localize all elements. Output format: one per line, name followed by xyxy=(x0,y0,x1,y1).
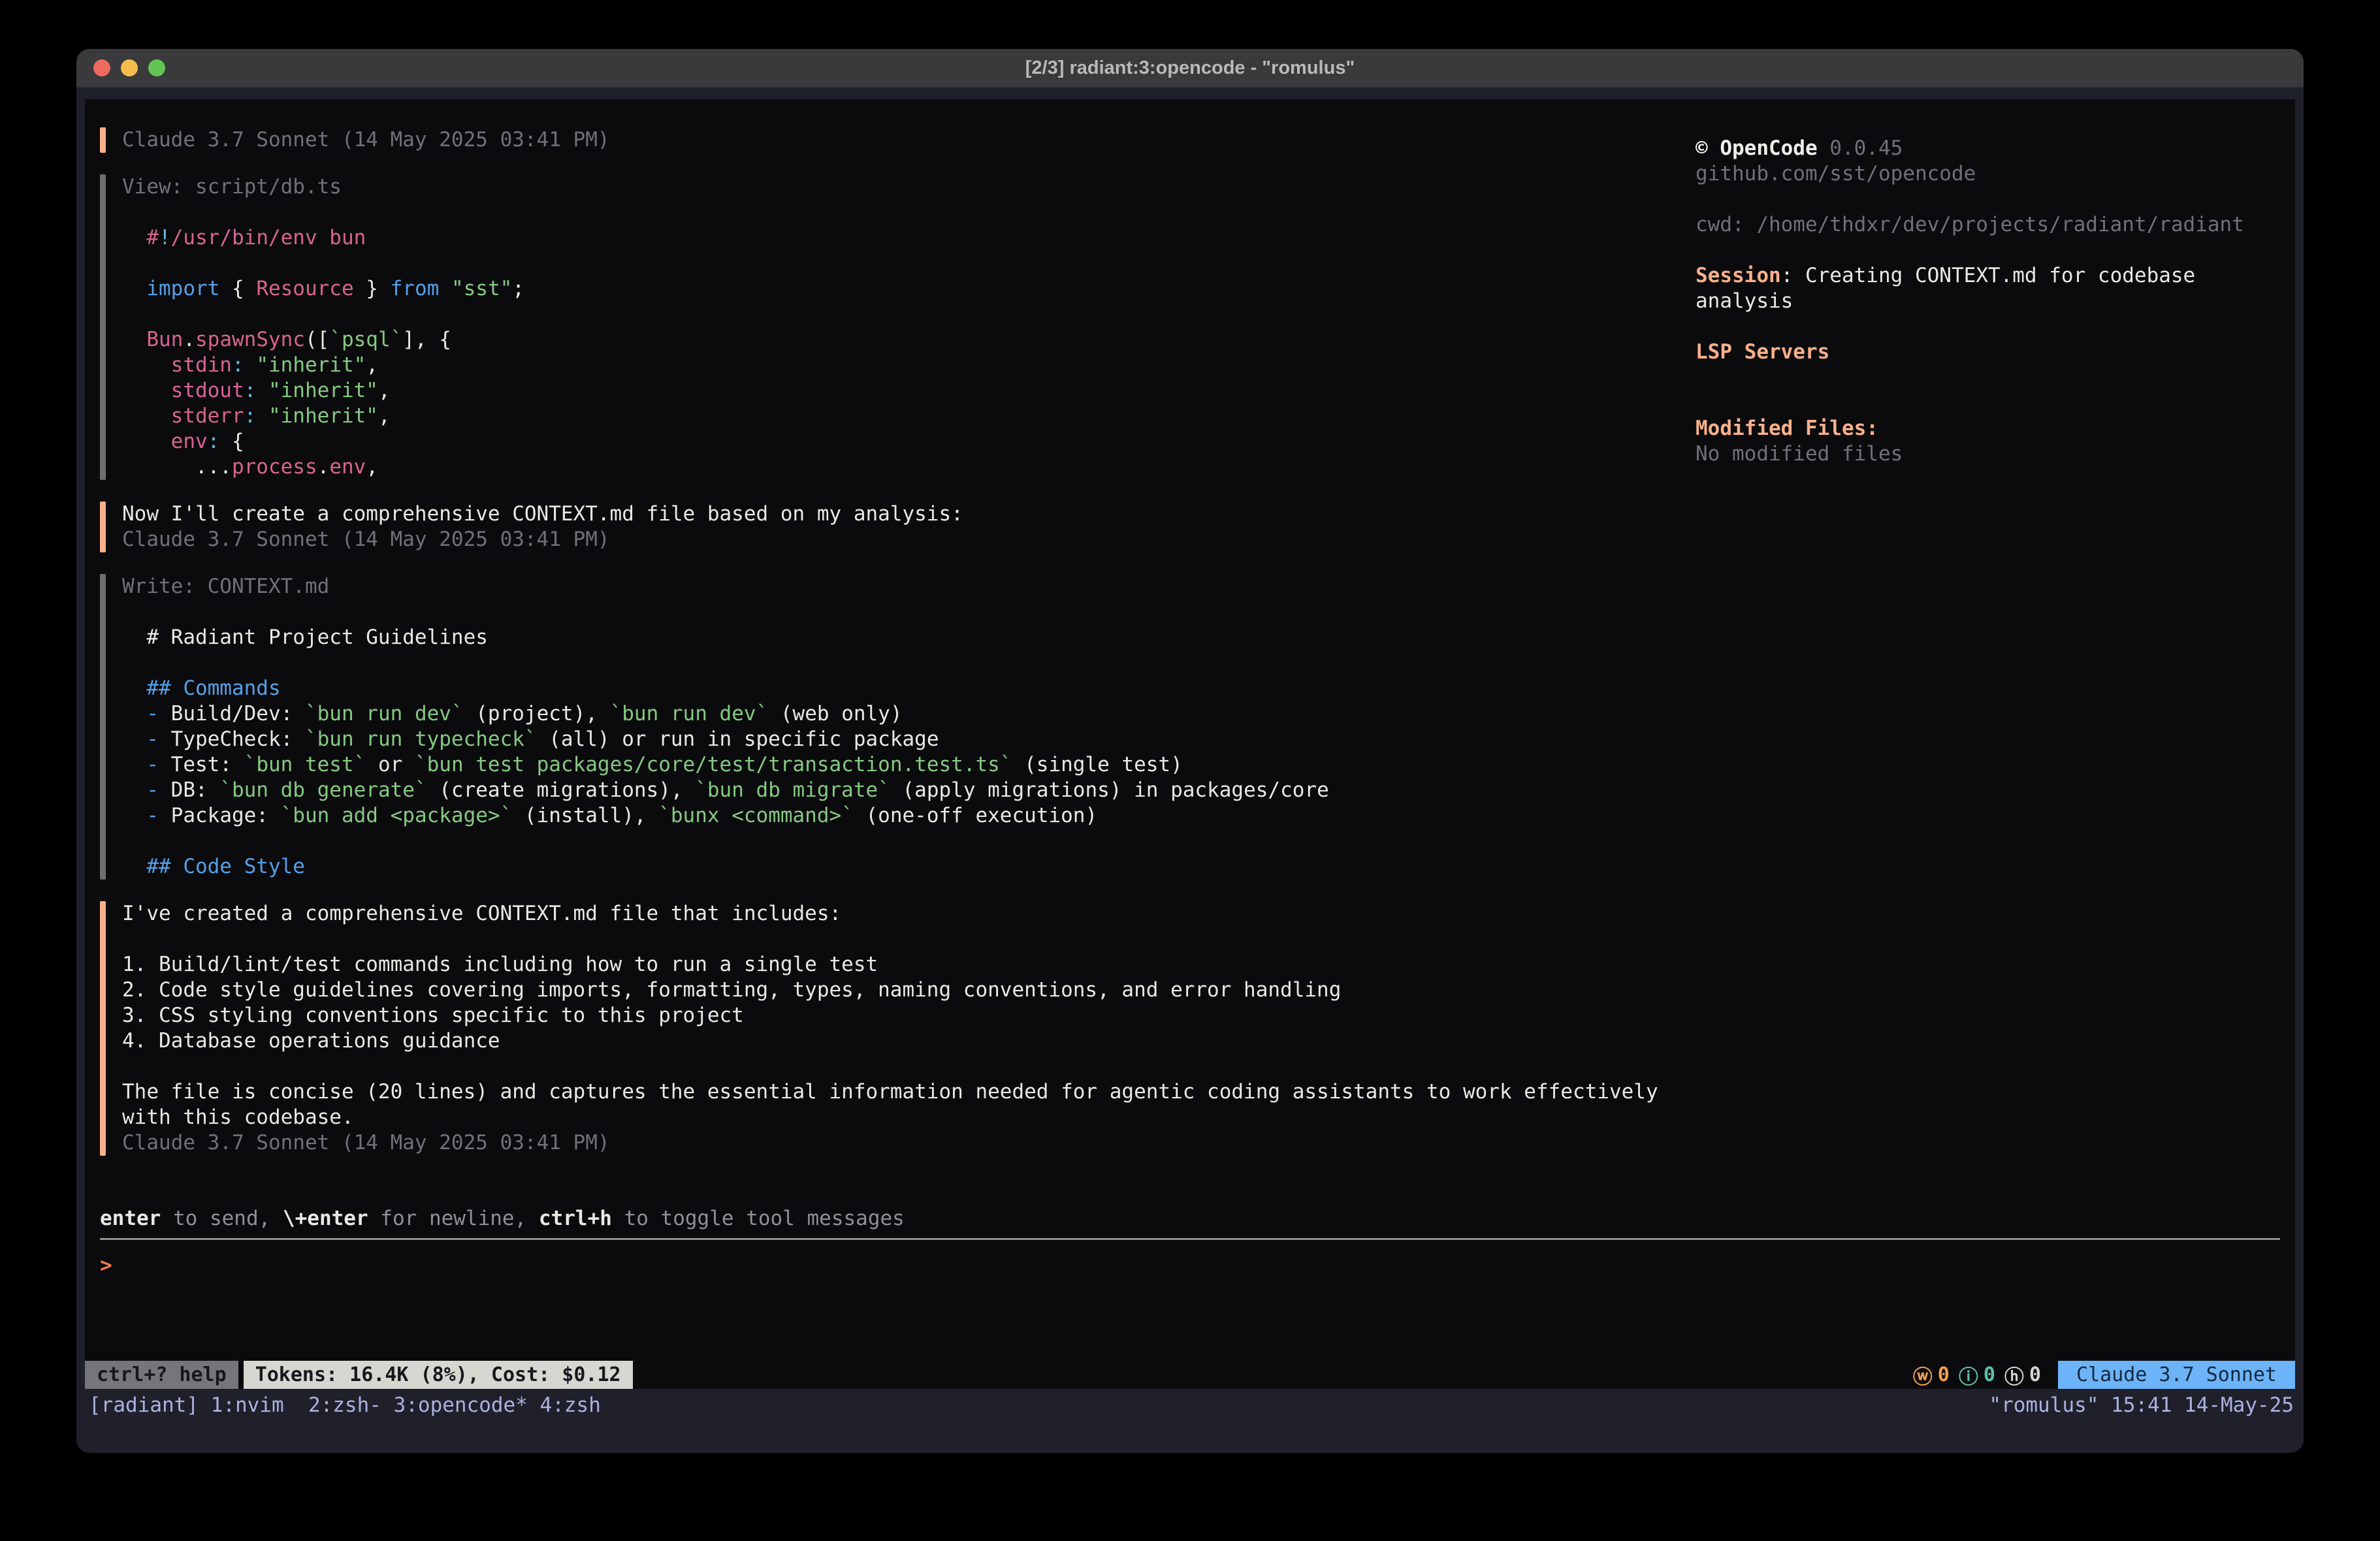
sidebar-line: Modified Files: xyxy=(1696,416,2287,441)
chat-line xyxy=(122,927,1658,952)
chat-line xyxy=(122,302,524,327)
chat-line: 2. Code style guidelines covering import… xyxy=(122,977,1658,1003)
close-button[interactable] xyxy=(93,59,110,76)
chat-line: stdin: "inherit", xyxy=(122,353,524,378)
chat-line: ...process.env, xyxy=(122,454,524,480)
chat-line: Claude 3.7 Sonnet (14 May 2025 03:41 PM) xyxy=(122,1130,1658,1156)
input-area: enter to send, \+enter for newline, ctrl… xyxy=(100,1206,2280,1351)
chat-line: Now I'll create a comprehensive CONTEXT.… xyxy=(122,501,963,527)
chat-transcript: Claude 3.7 Sonnet (14 May 2025 03:41 PM)… xyxy=(100,127,1694,1177)
chat-line: #!/usr/bin/env bun xyxy=(122,225,524,251)
chat-line: with this codebase. xyxy=(122,1105,1658,1130)
chat-line: I've created a comprehensive CONTEXT.md … xyxy=(122,901,1658,927)
sidebar-line xyxy=(1696,390,2287,416)
chat-line xyxy=(122,251,524,276)
block-body: Claude 3.7 Sonnet (14 May 2025 03:41 PM) xyxy=(122,127,610,153)
warning-count-icon: ⓦ xyxy=(1913,1361,1933,1390)
tmux-status-bar: [radiant] 1:nvim 2:zsh- 3:opencode* 4:zs… xyxy=(85,1389,2295,1453)
chat-line xyxy=(122,200,524,225)
chat-line: # Radiant Project Guidelines xyxy=(122,625,1329,650)
chat-line: Write: CONTEXT.md xyxy=(122,574,1329,599)
help-shortcut-chip[interactable]: ctrl+? help xyxy=(85,1361,238,1389)
hint-count-icon: ⓗ xyxy=(2004,1361,2024,1390)
info-count: ⓘ0 xyxy=(1959,1361,1995,1390)
titlebar[interactable]: [2/3] radiant:3:opencode - "romulus" xyxy=(76,49,2304,88)
window-title: [2/3] radiant:3:opencode - "romulus" xyxy=(1025,57,1355,79)
sidebar-line: No modified files xyxy=(1696,441,2287,467)
chat-line: ## Commands xyxy=(122,676,1329,701)
assistant-text-block: Now I'll create a comprehensive CONTEXT.… xyxy=(100,501,1694,552)
status-bar: ctrl+? help Tokens: 16.4K (8%), Cost: $0… xyxy=(85,1361,2295,1389)
chat-line: stdout: "inherit", xyxy=(122,378,524,404)
terminal-content: Claude 3.7 Sonnet (14 May 2025 03:41 PM)… xyxy=(85,99,2295,1389)
sidebar-line: LSP Servers xyxy=(1696,340,2287,365)
chat-line: - DB: `bun db generate` (create migratio… xyxy=(122,778,1329,803)
block-body: Now I'll create a comprehensive CONTEXT.… xyxy=(122,501,963,552)
maximize-button[interactable] xyxy=(148,59,165,76)
block-body: View: script/db.ts #!/usr/bin/env bun im… xyxy=(122,174,524,480)
info-count-value: 0 xyxy=(1984,1363,1995,1386)
tool-write-block: Write: CONTEXT.md # Radiant Project Guid… xyxy=(100,574,1694,880)
info-count-icon: ⓘ xyxy=(1959,1361,1978,1390)
prompt-caret: > xyxy=(100,1254,112,1277)
model-chip[interactable]: Claude 3.7 Sonnet xyxy=(2058,1361,2295,1389)
sidebar-line: github.com/sst/opencode xyxy=(1696,161,2287,187)
keybinding-hints: enter to send, \+enter for newline, ctrl… xyxy=(100,1206,2280,1231)
sidebar-line: analysis xyxy=(1696,289,2287,314)
block-border-bar xyxy=(100,574,106,880)
chat-line: ## Code Style xyxy=(122,854,1329,880)
hint-count: ⓗ0 xyxy=(2004,1361,2041,1390)
sidebar-line: cwd: /home/thdxr/dev/projects/radiant/ra… xyxy=(1696,212,2287,238)
sidebar-line xyxy=(1696,187,2287,212)
assistant-text-block: I've created a comprehensive CONTEXT.md … xyxy=(100,901,1694,1156)
warning-count: ⓦ0 xyxy=(1913,1361,1950,1390)
chat-line xyxy=(122,599,1329,625)
window-controls xyxy=(93,49,165,87)
minimize-button[interactable] xyxy=(121,59,138,76)
chat-line: 4. Database operations guidance xyxy=(122,1028,1658,1054)
chat-line: env: { xyxy=(122,429,524,454)
block-body: I've created a comprehensive CONTEXT.md … xyxy=(122,901,1658,1156)
tokens-cost-chip: Tokens: 16.4K (8%), Cost: $0.12 xyxy=(244,1361,633,1389)
block-body: Write: CONTEXT.md # Radiant Project Guid… xyxy=(122,574,1329,880)
block-border-bar xyxy=(100,127,106,153)
warning-count-value: 0 xyxy=(1938,1363,1950,1386)
sidebar-line xyxy=(1696,314,2287,340)
chat-line: Bun.spawnSync([`psql`], { xyxy=(122,327,524,353)
chat-line xyxy=(122,650,1329,676)
terminal-window: [2/3] radiant:3:opencode - "romulus" Cla… xyxy=(76,49,2304,1453)
chat-line: - TypeCheck: `bun run typecheck` (all) o… xyxy=(122,727,1329,752)
tmux-window-list[interactable]: [radiant] 1:nvim 2:zsh- 3:opencode* 4:zs… xyxy=(89,1393,601,1418)
chat-line: The file is concise (20 lines) and captu… xyxy=(122,1079,1658,1105)
chat-line: 3. CSS styling conventions specific to t… xyxy=(122,1003,1658,1028)
sidebar-line: Session: Creating CONTEXT.md for codebas… xyxy=(1696,263,2287,289)
tool-view-block: View: script/db.ts #!/usr/bin/env bun im… xyxy=(100,174,1694,480)
block-border-bar xyxy=(100,174,106,480)
chat-line: Claude 3.7 Sonnet (14 May 2025 03:41 PM) xyxy=(122,127,610,153)
chat-line: - Package: `bun add <package>` (install)… xyxy=(122,803,1329,829)
chat-line xyxy=(122,829,1329,854)
chat-line xyxy=(122,1054,1658,1079)
chat-line: Claude 3.7 Sonnet (14 May 2025 03:41 PM) xyxy=(122,527,963,552)
chat-line: - Build/Dev: `bun run dev` (project), `b… xyxy=(122,701,1329,727)
message-editor[interactable]: > xyxy=(100,1238,2280,1351)
chat-line: stderr: "inherit", xyxy=(122,404,524,429)
lsp-diagnostics: ⓦ0ⓘ0ⓗ0 xyxy=(1913,1361,2041,1389)
chat-line: - Test: `bun test` or `bun test packages… xyxy=(122,752,1329,778)
message-header-block: Claude 3.7 Sonnet (14 May 2025 03:41 PM) xyxy=(100,127,1694,153)
tmux-session-info: "romulus" 15:41 14-May-25 xyxy=(1989,1393,2294,1418)
status-spacer xyxy=(633,1361,1913,1389)
chat-line: 1. Build/lint/test commands including ho… xyxy=(122,952,1658,977)
session-sidebar: © OpenCode 0.0.45github.com/sst/opencode… xyxy=(1696,136,2287,467)
block-border-bar xyxy=(100,501,106,552)
hint-count-value: 0 xyxy=(2029,1363,2041,1386)
chat-line: import { Resource } from "sst"; xyxy=(122,276,524,302)
sidebar-line xyxy=(1696,238,2287,263)
chat-line: View: script/db.ts xyxy=(122,174,524,200)
sidebar-line: © OpenCode 0.0.45 xyxy=(1696,136,2287,161)
block-border-bar xyxy=(100,901,106,1156)
sidebar-line xyxy=(1696,365,2287,390)
